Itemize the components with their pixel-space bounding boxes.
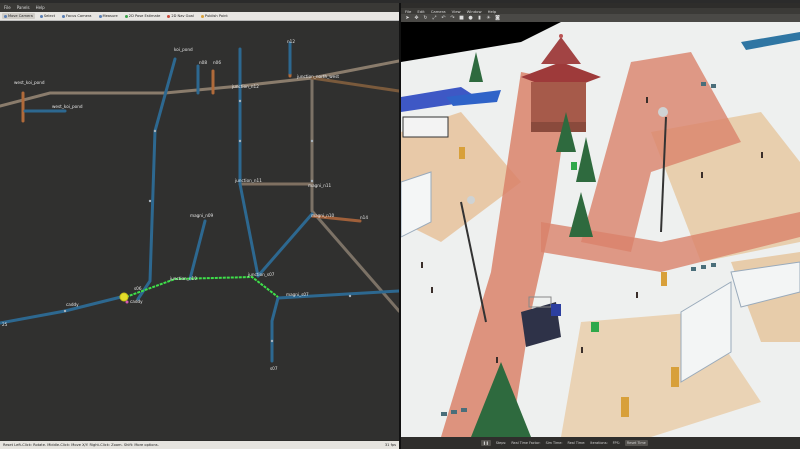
simulation-scene bbox=[401, 22, 800, 437]
label-junction-n12: junction_n12 bbox=[231, 84, 259, 89]
rviz-status-bar: Reset Left-Click: Rotate. Middle-Click: … bbox=[0, 441, 399, 449]
status-fps: FPS: bbox=[612, 441, 620, 445]
label-koi-pond: koi_pond bbox=[174, 47, 193, 52]
gazebo-status-bar: ❚❚ Steps: Real Time Factor: Sim Time: Re… bbox=[401, 437, 800, 449]
status-sim-time: Sim Time: bbox=[545, 441, 563, 445]
edge-koi-pond bbox=[136, 57, 177, 301]
undo-icon[interactable]: ↶ bbox=[441, 15, 446, 21]
label-s07: s07 bbox=[270, 366, 278, 371]
rotate-icon[interactable]: ↻ bbox=[423, 15, 428, 21]
label-magni-n09: magni_n09 bbox=[190, 213, 214, 218]
sphere-icon[interactable]: ● bbox=[468, 15, 473, 21]
status-fps: 31 fps bbox=[384, 443, 396, 447]
select-mode-icon[interactable]: ➤ bbox=[405, 15, 410, 21]
box-icon[interactable]: ■ bbox=[459, 15, 464, 21]
edge-magni-n09 bbox=[188, 219, 207, 281]
rviz-menubar: File Panels Help bbox=[0, 3, 399, 12]
measure-icon bbox=[98, 14, 102, 18]
route-graph: west_koi_pond west_koi_pond koi_pond n08… bbox=[0, 39, 399, 371]
edge-east-road bbox=[310, 76, 399, 313]
tool-2d-pose-estimate[interactable]: 2D Pose Estimate bbox=[123, 13, 163, 19]
label-n12: n12 bbox=[287, 39, 295, 44]
redo-icon[interactable]: ↷ bbox=[450, 15, 455, 21]
tool-measure[interactable]: Measure bbox=[97, 13, 120, 19]
gazebo-window: Gazebo File Edit Camera View Window Help… bbox=[401, 3, 800, 449]
menu-panels[interactable]: Panels bbox=[17, 5, 30, 10]
tool-select[interactable]: Select bbox=[38, 13, 57, 19]
label-caddy-robot: caddy bbox=[130, 299, 143, 304]
light-icon[interactable]: ☀ bbox=[486, 15, 491, 21]
gazebo-toolbar: ➤ ✥ ↻ ⤢ ↶ ↷ ■ ● ▮ ☀ ◙ bbox=[401, 14, 800, 22]
nav-goal-icon bbox=[167, 14, 171, 18]
move-camera-icon bbox=[4, 14, 7, 18]
caddy-robot-marker[interactable] bbox=[119, 292, 129, 302]
van bbox=[402, 116, 449, 138]
pose-estimate-icon bbox=[124, 14, 128, 18]
green-bin bbox=[591, 322, 599, 332]
label-magni-n11: magni_n11 bbox=[308, 183, 332, 188]
gz-menu-view[interactable]: View bbox=[452, 9, 461, 14]
status-hint: Reset Left-Click: Rotate. Middle-Click: … bbox=[3, 443, 159, 447]
screenshot-icon[interactable]: ◙ bbox=[495, 15, 500, 21]
gz-menu-window[interactable]: Window bbox=[467, 9, 482, 14]
lamp-head-east bbox=[658, 107, 668, 117]
label-n08: n08 bbox=[199, 60, 207, 65]
label-s06: s06 bbox=[134, 286, 142, 291]
menu-help[interactable]: Help bbox=[36, 5, 45, 10]
lamp-head-west bbox=[467, 196, 475, 204]
label-caddy: caddy bbox=[66, 302, 79, 307]
tool-2d-nav-goal[interactable]: 2D Nav Goal bbox=[165, 13, 196, 19]
edge-caddy bbox=[0, 294, 127, 325]
label-junction-n11: junction_n11 bbox=[234, 178, 262, 183]
select-icon bbox=[39, 14, 43, 18]
gz-menu-camera[interactable]: Camera bbox=[431, 9, 446, 14]
gz-menu-edit[interactable]: Edit bbox=[417, 9, 424, 14]
label-magni-n10: magni_n10 bbox=[311, 213, 335, 218]
edge-s07 bbox=[270, 296, 280, 363]
rviz-toolbar: Move Camera Select Focus Camera Measure … bbox=[0, 12, 401, 21]
label-magni-s07: magni_s07 bbox=[286, 292, 309, 297]
status-real-time: Real Time: bbox=[567, 441, 586, 445]
label-n14: n14 bbox=[360, 215, 368, 220]
status-rtf: Real Time Factor: bbox=[511, 441, 541, 445]
tool-focus-camera[interactable]: Focus Camera bbox=[60, 13, 94, 19]
publish-point-icon bbox=[200, 14, 204, 18]
label-edge-25: 25 bbox=[2, 322, 8, 327]
label-west-koi-pond-2: west_koi_pond bbox=[52, 104, 83, 109]
rviz-3d-view[interactable]: west_koi_pond west_koi_pond koi_pond n08… bbox=[0, 21, 399, 440]
reset-time-button[interactable]: Reset Time bbox=[624, 440, 648, 446]
translate-icon[interactable]: ✥ bbox=[414, 15, 419, 21]
scale-icon[interactable]: ⤢ bbox=[432, 15, 437, 21]
edge-east-brown bbox=[310, 76, 399, 93]
label-n06: n06 bbox=[213, 60, 221, 65]
focus-camera-icon bbox=[61, 14, 65, 18]
edge-magni-n10 bbox=[256, 212, 314, 278]
gazebo-3d-view[interactable] bbox=[401, 22, 800, 437]
cylinder-icon[interactable]: ▮ bbox=[477, 15, 482, 21]
tool-publish-point[interactable]: Publish Point bbox=[199, 13, 230, 19]
caddy-robot-heading bbox=[125, 300, 129, 304]
status-steps: Steps: bbox=[495, 441, 507, 445]
menu-file[interactable]: File bbox=[4, 5, 11, 10]
tool-move-camera[interactable]: Move Camera bbox=[2, 13, 35, 19]
status-iterations: Iterations: bbox=[590, 441, 608, 445]
label-junction-s07: junction_s07 bbox=[247, 272, 275, 277]
gz-menu-help[interactable]: Help bbox=[488, 9, 497, 14]
label-junction-n10: junction_n10 bbox=[169, 276, 197, 281]
rviz-window: File Panels Help Move Camera Select Focu… bbox=[0, 3, 401, 449]
label-junction-north-west: junction_north_west bbox=[296, 74, 339, 79]
green-bin-2 bbox=[571, 162, 577, 170]
gz-menu-file[interactable]: File bbox=[405, 9, 411, 14]
play-pause-button[interactable]: ❚❚ bbox=[481, 440, 491, 446]
label-west-koi-pond: west_koi_pond bbox=[14, 80, 45, 85]
